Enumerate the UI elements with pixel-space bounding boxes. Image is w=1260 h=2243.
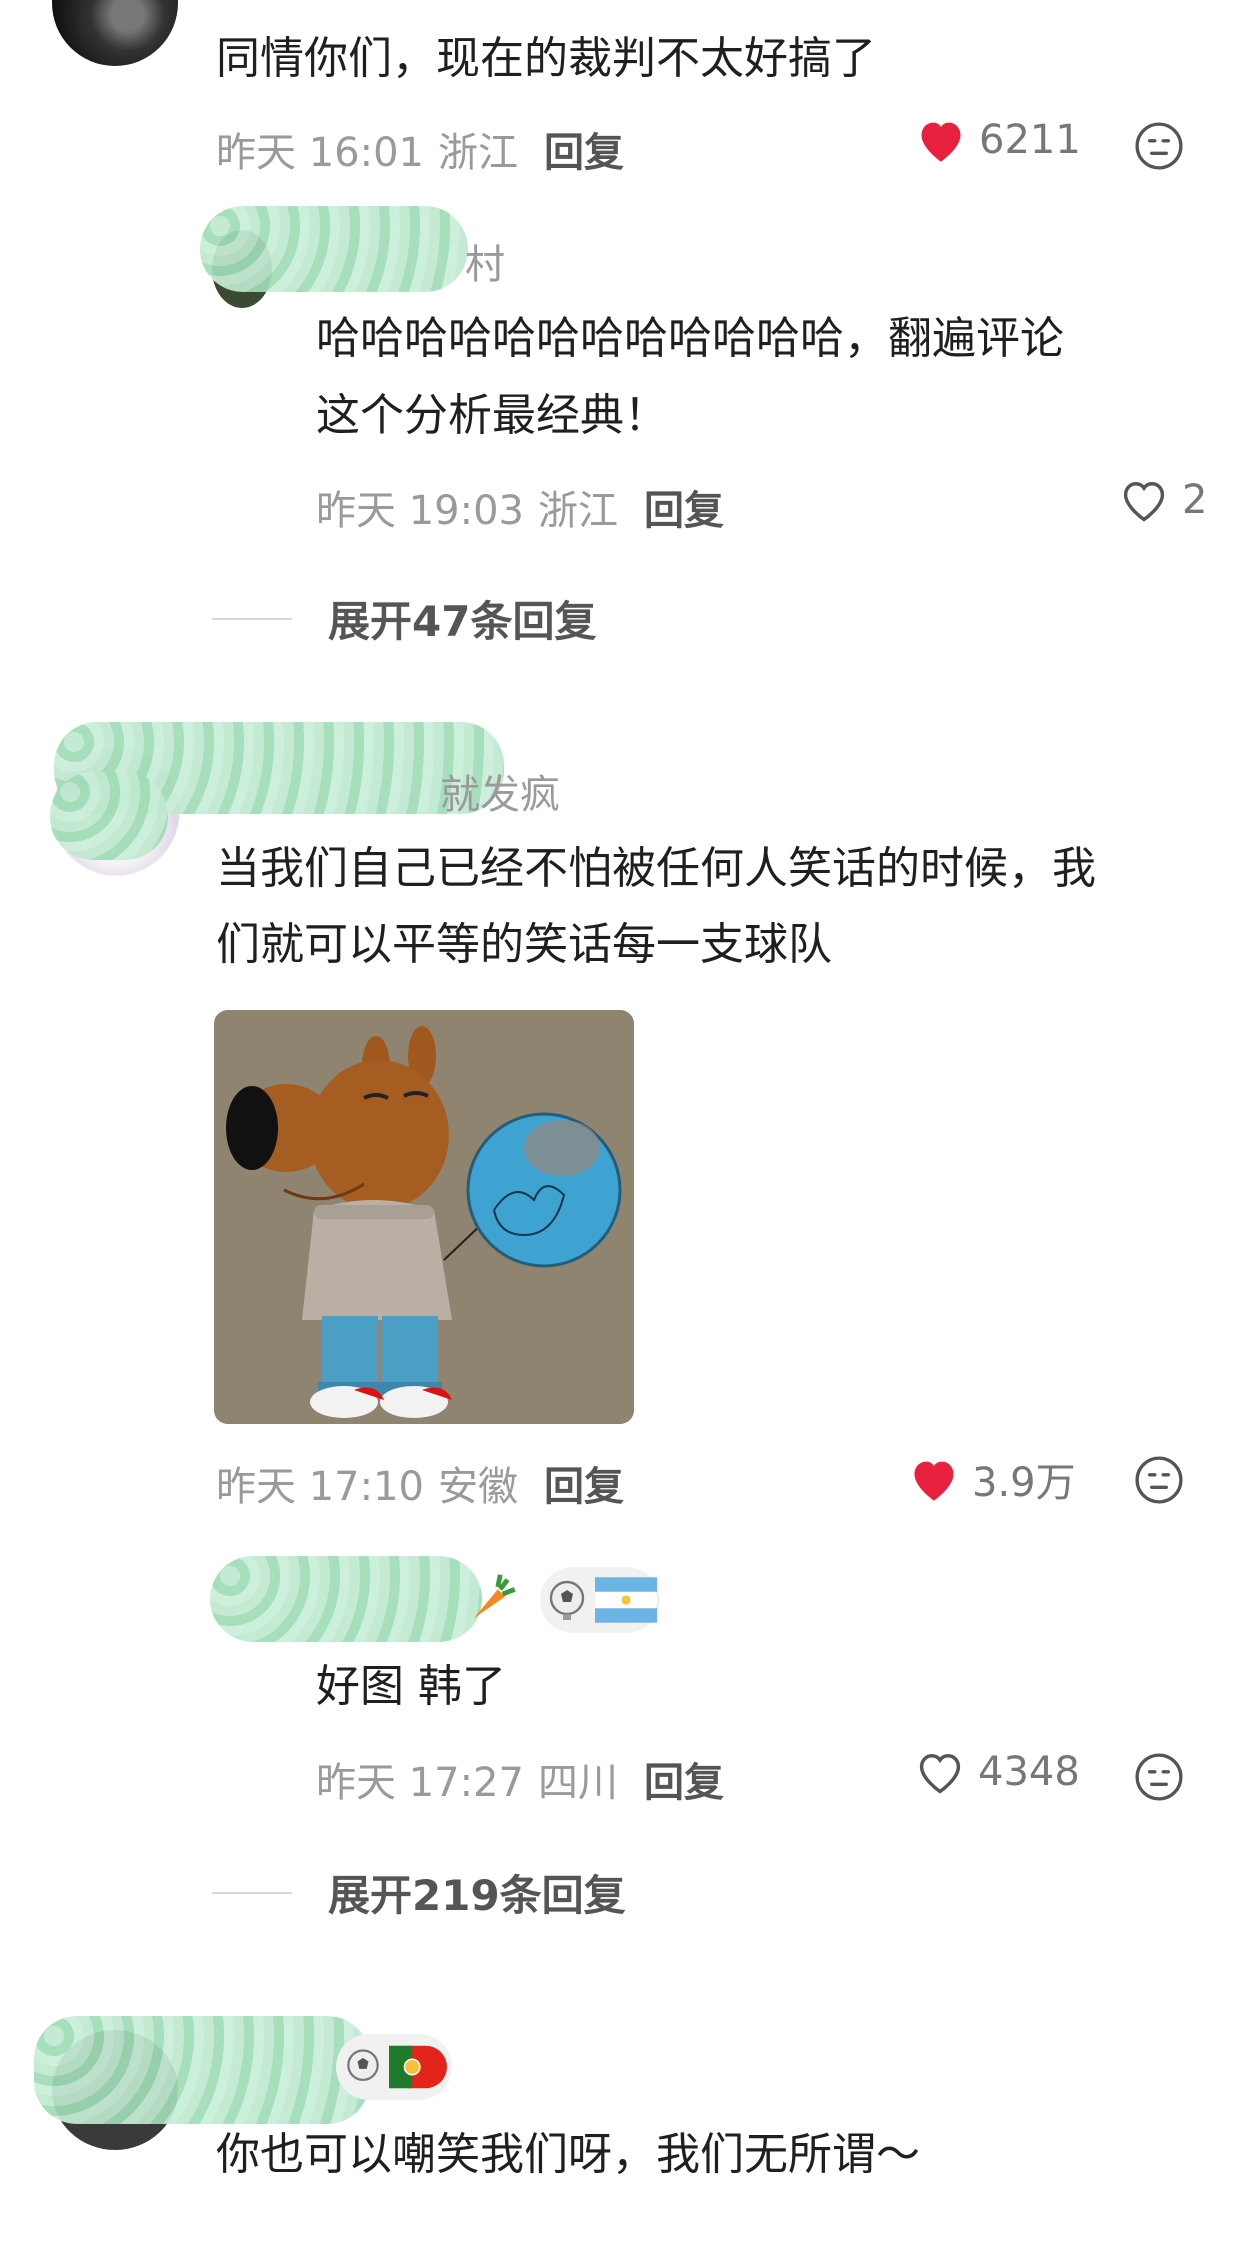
comment-time: 昨天 16:01 [216,130,424,176]
username-tail[interactable]: 就发疯 [440,762,560,820]
reply-text: 哈哈哈哈哈哈哈哈哈哈哈哈，翻遍评论 [316,313,1064,364]
divider [212,1891,292,1894]
reply-button[interactable]: 回复 [544,1454,624,1512]
comment-image[interactable] [214,1010,634,1424]
avatar-blurred [50,772,168,860]
reply-time: 昨天 17:27 [316,1760,524,1806]
comment-time: 昨天 17:10 [216,1464,424,1510]
football-icon [347,2049,379,2081]
reply-text: 好图 韩了 [316,1661,506,1712]
football-icon [549,1580,585,1620]
comment-meta: 昨天 17:10 安徽 回复 [216,1454,624,1512]
reply-button[interactable]: 回复 [544,120,624,178]
heart-filled-icon [914,1461,954,1501]
comment-text: 你也可以嘲笑我们呀，我们无所谓～ [216,2129,920,2180]
like-button[interactable]: 2 [1118,476,1207,524]
reply-meta: 昨天 19:03 浙江 回复 [316,478,724,536]
carrot-icon [464,1570,522,1637]
expand-replies-label: 展开47条回复 [328,597,597,646]
comment-text: 们就可以平等的笑话每一支球队 [216,919,832,970]
username-blurred [34,2016,370,2124]
neutral-face-icon[interactable] [1134,1752,1184,1802]
comment-text: 同情你们，现在的裁判不太好搞了 [216,33,876,84]
reply-location: 四川 [538,1760,618,1806]
heart-outline-icon [919,1754,961,1794]
neutral-face-icon[interactable] [1134,1455,1184,1505]
username-blurred [210,1556,482,1642]
divider [212,617,292,620]
expand-replies-label: 展开219条回复 [328,1871,626,1920]
like-count: 2 [1182,477,1208,523]
like-count: 6211 [979,117,1081,163]
cartoon-bear-illustration [214,1010,634,1424]
reply-text: 这个分析最经典！ [316,390,668,441]
like-button[interactable]: 6211 [915,116,1081,164]
reply-location: 浙江 [538,488,618,534]
like-count: 3.9万 [972,1460,1076,1506]
reply-button[interactable]: 回复 [644,1750,724,1808]
portugal-flag-icon [389,2045,447,2089]
comment-text: 当我们自己已经不怕被任何人笑话的时候，我 [216,843,1096,894]
comment-meta: 昨天 16:01 浙江 回复 [216,120,624,178]
team-badge [540,1567,660,1633]
heart-outline-icon [1123,482,1165,522]
reply-meta: 昨天 17:27 四川 回复 [316,1750,724,1808]
comment-location: 安徽 [438,1464,518,1510]
heart-filled-icon [921,122,961,162]
like-count: 4348 [978,1749,1080,1795]
expand-replies[interactable]: 展开47条回复 [212,588,596,649]
comment-location: 浙江 [438,130,518,176]
team-badge [336,2034,452,2100]
username-blurred [200,206,468,292]
reply-button[interactable]: 回复 [644,478,724,536]
like-button[interactable]: 4348 [914,1748,1080,1796]
argentina-flag-icon [595,1577,657,1623]
neutral-face-icon[interactable] [1134,121,1184,171]
like-button[interactable]: 3.9万 [908,1450,1076,1508]
username-tail[interactable]: 村 [465,232,505,290]
reply-time: 昨天 19:03 [316,488,524,534]
avatar[interactable] [52,0,178,66]
expand-replies[interactable]: 展开219条回复 [212,1862,626,1923]
